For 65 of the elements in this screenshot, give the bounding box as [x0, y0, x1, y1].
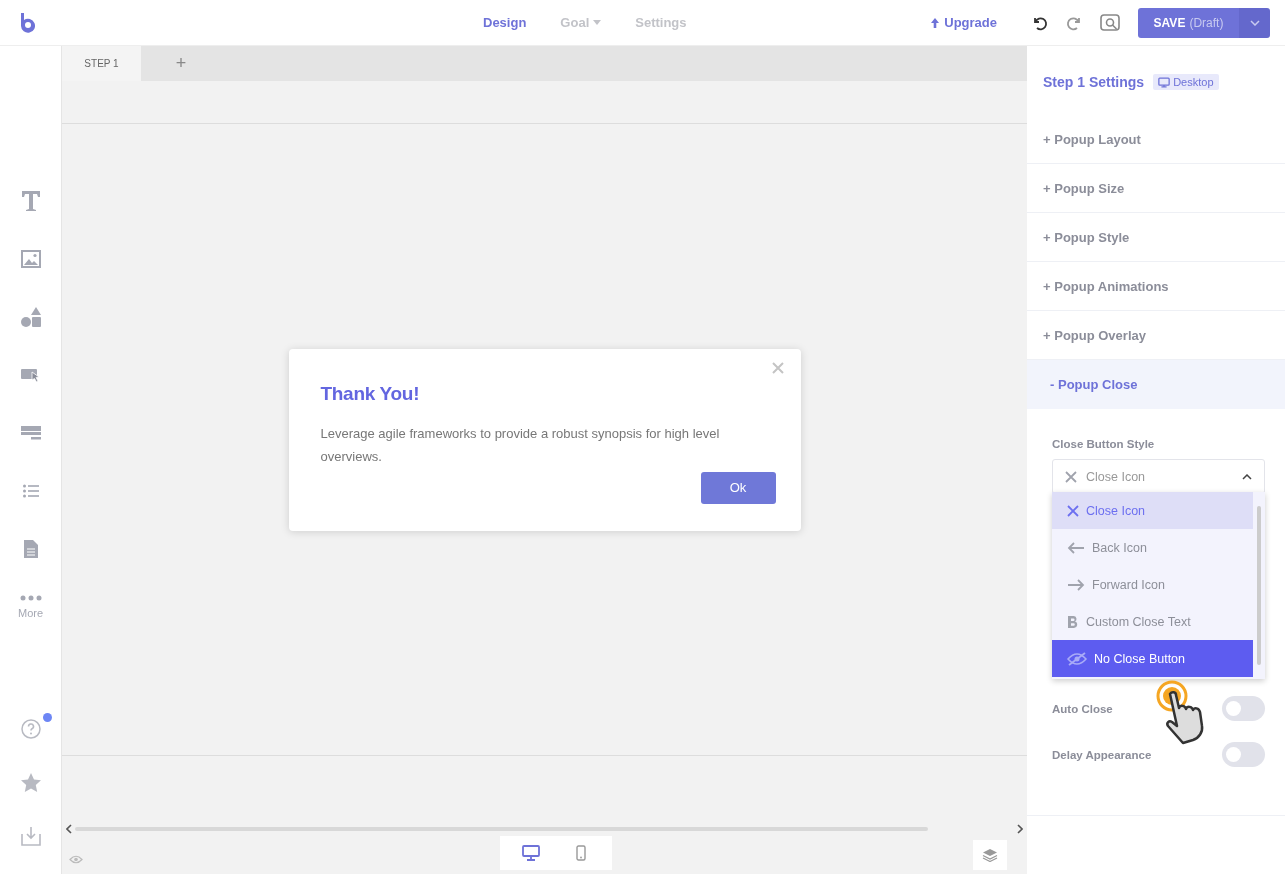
help-icon[interactable] — [20, 719, 41, 739]
toggle-label: Delay Appearance — [1052, 748, 1152, 761]
cursor-button-icon — [20, 367, 41, 383]
popup-message: Leverage agile frameworks to provide a robust synopsis for high level overviews. — [320, 424, 721, 466]
tool-button[interactable]: More — [17, 578, 44, 636]
shapes-icon — [19, 306, 42, 328]
save-label: SAVE — [1153, 15, 1186, 30]
caret-icon — [593, 20, 602, 25]
step-tab[interactable]: STEP 1 — [62, 46, 141, 81]
accordion-header[interactable]: - Popup Close — [1027, 360, 1285, 409]
accordion-header[interactable]: + Popup Size — [1027, 164, 1285, 213]
more-icon — [19, 595, 42, 601]
close-icon — [1065, 470, 1077, 483]
right-arrow-icon — [1067, 578, 1085, 591]
dropdown-option[interactable]: Forward Icon — [1052, 566, 1253, 603]
panel-title: Step 1 Settings — [1043, 74, 1145, 90]
save-button[interactable]: SAVE (Draft) — [1138, 7, 1239, 38]
layers-icon — [982, 848, 998, 862]
image-icon — [20, 250, 41, 268]
layers-button[interactable] — [973, 840, 1007, 870]
toggle-switch[interactable] — [1222, 696, 1265, 721]
logo-icon[interactable] — [19, 11, 35, 34]
close-icon — [1067, 504, 1079, 517]
phone-icon — [576, 845, 586, 861]
save-note: (Draft) — [1189, 15, 1224, 30]
dropdown-option[interactable]: Close Icon — [1052, 492, 1253, 529]
text-icon — [20, 190, 41, 212]
document-icon — [22, 539, 39, 559]
monitor-icon — [1158, 76, 1171, 88]
toggle-switch[interactable] — [1222, 742, 1265, 767]
chevron-down-icon — [1249, 19, 1260, 26]
close-icon[interactable] — [771, 361, 784, 374]
nav-tab[interactable]: Settings — [635, 15, 687, 30]
bold-letter-icon — [1067, 614, 1079, 629]
form-icon — [20, 425, 41, 441]
ok-button[interactable]: Ok — [700, 471, 776, 504]
up-arrow-icon — [931, 17, 940, 28]
visibility-icon[interactable] — [69, 855, 83, 864]
star-icon[interactable] — [20, 773, 41, 792]
accordion-header[interactable]: + Popup Animations — [1027, 262, 1285, 311]
undo-icon[interactable] — [1032, 14, 1048, 31]
redo-icon[interactable] — [1066, 14, 1082, 31]
badge-label: Desktop — [1173, 76, 1214, 88]
dropdown-option[interactable]: Back Icon — [1052, 529, 1253, 566]
save-dropdown-button[interactable] — [1239, 7, 1270, 38]
left-arrow-icon — [1067, 541, 1085, 554]
dropdown-option[interactable]: No Close Button — [1052, 640, 1253, 677]
field-label: Close Button Style — [1052, 438, 1156, 450]
monitor-icon — [522, 845, 540, 861]
dropdown-option[interactable]: Custom Close Text — [1052, 603, 1253, 640]
scroll-right-icon[interactable] — [1017, 824, 1023, 834]
popup-title: Thank You! — [320, 382, 421, 405]
toggle-label: Auto Close — [1052, 702, 1113, 715]
upgrade-link[interactable]: Upgrade — [931, 15, 997, 30]
eye-slash-icon — [1067, 651, 1087, 666]
nav-tab[interactable]: Design — [483, 15, 527, 30]
accordion-header[interactable]: + Popup Style — [1027, 213, 1285, 262]
list-icon — [22, 484, 39, 498]
chevron-up-icon — [1242, 473, 1252, 480]
add-step-button[interactable]: + — [141, 46, 221, 81]
accordion-header[interactable]: + Popup Layout — [1027, 115, 1285, 164]
nav-tab[interactable]: Goal — [560, 15, 602, 30]
download-icon[interactable] — [20, 826, 41, 846]
scroll-left-icon[interactable] — [66, 824, 72, 834]
preview-icon[interactable] — [1100, 13, 1120, 32]
